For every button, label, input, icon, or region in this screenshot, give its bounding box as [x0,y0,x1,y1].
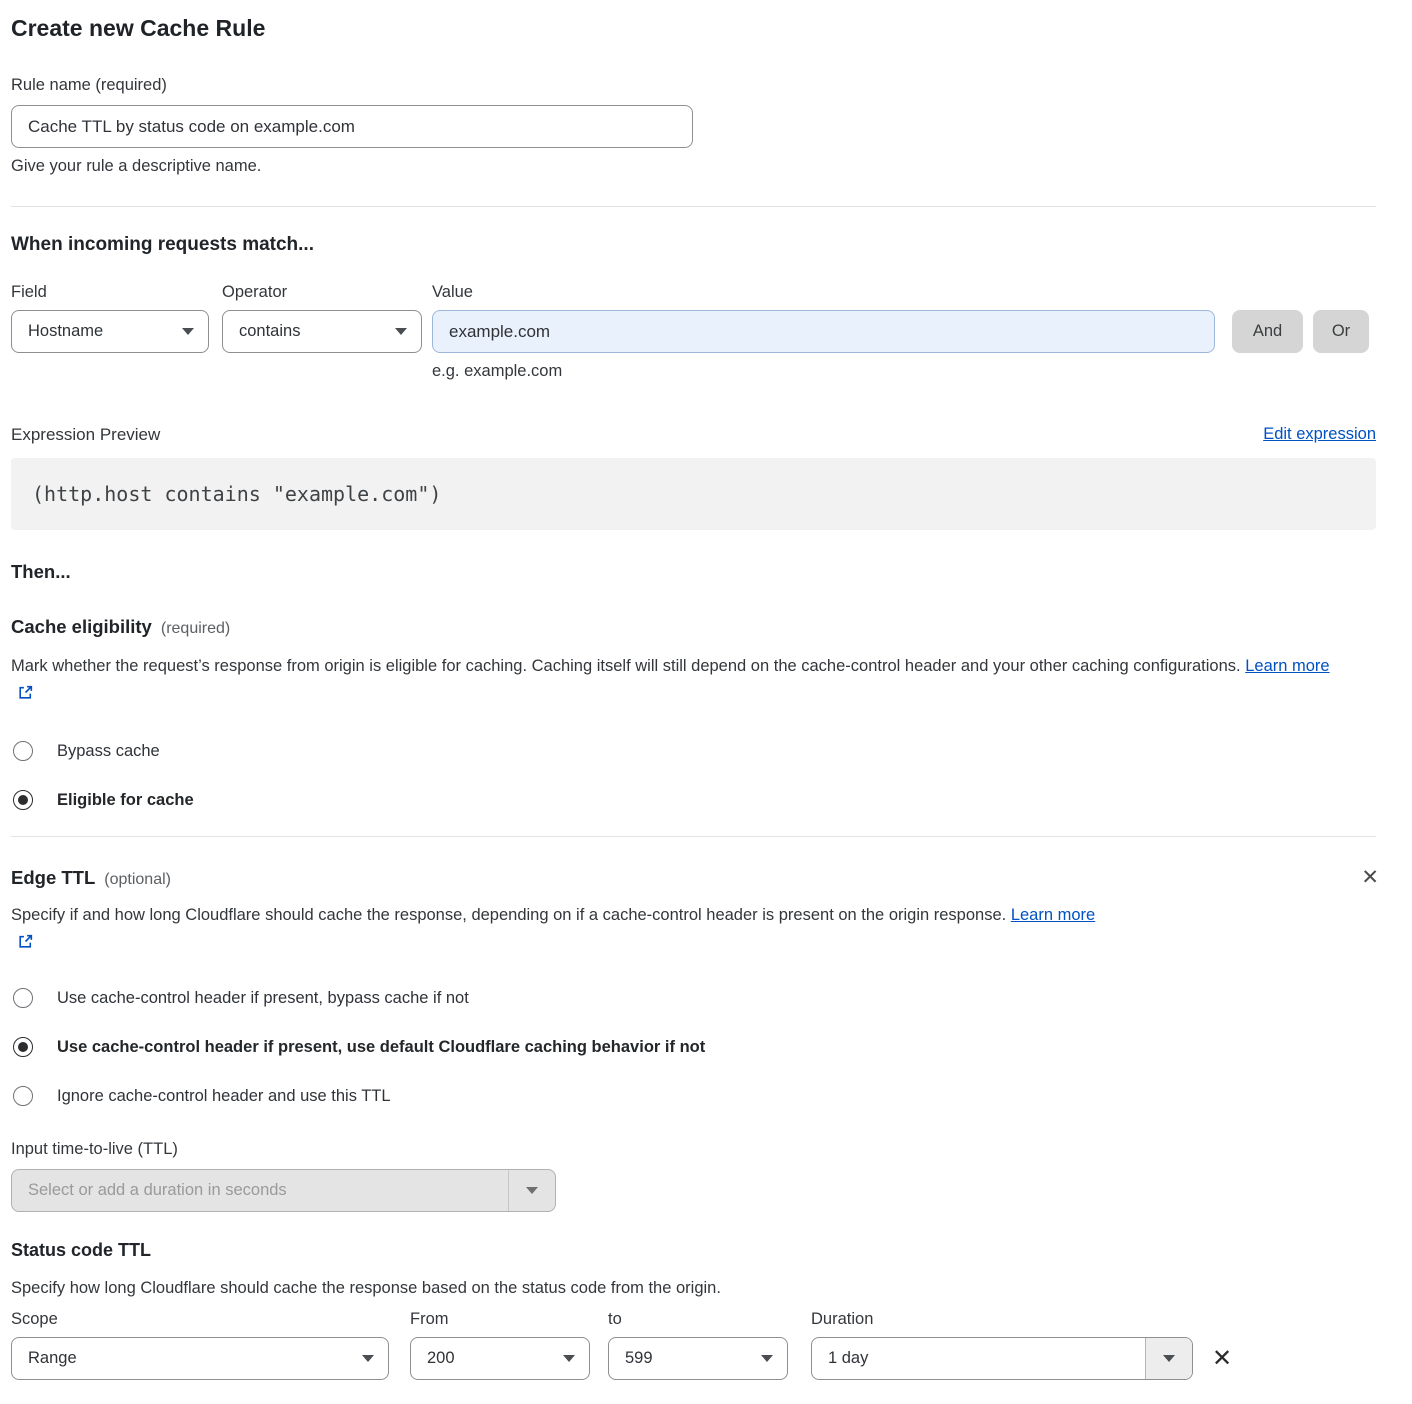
cache-eligibility-heading: Cache eligibility (required) [11,616,1376,638]
match-heading: When incoming requests match... [11,234,1376,256]
ttl-duration-placeholder: Select or add a duration in seconds [12,1170,508,1211]
edge-ttl-option-ignore[interactable]: Ignore cache-control header and use this… [13,1086,1376,1106]
then-heading: Then... [11,561,1376,583]
from-select[interactable]: 200 [410,1337,590,1380]
value-input[interactable] [432,310,1215,353]
duration-dropdown-button[interactable] [1145,1338,1192,1379]
status-code-ttl-description: Specify how long Cloudflare should cache… [11,1274,1376,1302]
cache-eligibility-description-text: Mark whether the request’s response from… [11,657,1241,675]
radio-label: Bypass cache [57,742,160,761]
field-select-value: Hostname [28,322,103,341]
radio-button[interactable] [13,988,33,1008]
or-button[interactable]: Or [1313,310,1369,353]
scope-select-value: Range [28,1349,77,1368]
ttl-input-label: Input time-to-live (TTL) [11,1139,1376,1159]
caret-down-icon [563,1355,575,1362]
cache-eligibility-learn-more-link[interactable]: Learn more [1245,657,1329,675]
edge-ttl-option-default[interactable]: Use cache-control header if present, use… [13,1037,1376,1057]
expression-preview-label: Expression Preview [11,425,160,445]
radio-button[interactable] [13,1086,33,1106]
edge-ttl-qualifier: (optional) [104,871,171,888]
edge-ttl-learn-more-link[interactable]: Learn more [1011,906,1095,924]
rule-name-label: Rule name (required) [11,75,1376,95]
to-select[interactable]: 599 [608,1337,788,1380]
external-link-icon [17,682,34,710]
cache-eligibility-description: Mark whether the request’s response from… [11,652,1351,710]
scope-select[interactable]: Range [11,1337,389,1380]
field-label: Field [11,282,222,302]
from-label: From [410,1309,608,1329]
edge-ttl-description-text: Specify if and how long Cloudflare shoul… [11,906,1006,924]
rule-name-helper: Give your rule a descriptive name. [11,157,1376,176]
radio-label: Ignore cache-control header and use this… [57,1087,391,1106]
scope-label: Scope [11,1309,410,1329]
edit-expression-link[interactable]: Edit expression [1263,425,1376,444]
operator-select-value: contains [239,322,300,341]
duration-value: 1 day [812,1338,1145,1379]
value-hint: e.g. example.com [432,362,1376,381]
radio-button[interactable] [13,790,33,810]
close-icon[interactable]: ✕ [1361,867,1379,888]
radio-button[interactable] [13,741,33,761]
radio-label: Eligible for cache [57,791,194,810]
edge-ttl-option-bypass[interactable]: Use cache-control header if present, byp… [13,988,1376,1008]
value-label: Value [432,282,473,302]
from-select-value: 200 [427,1349,455,1368]
ttl-duration-select[interactable]: Select or add a duration in seconds [11,1169,556,1212]
operator-label: Operator [222,282,432,302]
expression-code-block: (http.host contains "example.com") [11,458,1376,530]
delete-row-icon[interactable]: ✕ [1212,1347,1232,1371]
caret-down-icon [395,328,407,335]
caret-down-icon [362,1355,374,1362]
duration-label: Duration [811,1309,873,1329]
cache-eligibility-qualifier: (required) [161,620,230,637]
section-divider [11,206,1376,207]
expression-code: (http.host contains "example.com") [32,482,441,506]
operator-select[interactable]: contains [222,310,422,353]
eligible-for-cache-option[interactable]: Eligible for cache [13,790,1376,810]
to-select-value: 599 [625,1349,653,1368]
create-cache-rule-form: Create new Cache Rule Rule name (require… [0,0,1412,1404]
caret-down-icon [1163,1355,1175,1362]
field-select[interactable]: Hostname [11,310,209,353]
radio-button[interactable] [13,1037,33,1057]
duration-combobox[interactable]: 1 day [811,1337,1193,1380]
radio-label: Use cache-control header if present, use… [57,1038,705,1057]
ttl-duration-dropdown-button[interactable] [508,1170,555,1211]
external-link-icon [17,931,34,959]
edge-ttl-heading: Edge TTL (optional) [11,867,171,889]
bypass-cache-option[interactable]: Bypass cache [13,741,1376,761]
status-code-ttl-heading: Status code TTL [11,1240,1376,1261]
caret-down-icon [526,1187,538,1194]
rule-name-input[interactable] [11,105,693,148]
cache-eligibility-title: Cache eligibility [11,616,152,637]
caret-down-icon [761,1355,773,1362]
caret-down-icon [182,328,194,335]
to-label: to [608,1309,811,1329]
section-divider [11,836,1376,837]
edge-ttl-description: Specify if and how long Cloudflare shoul… [11,901,1111,959]
radio-label: Use cache-control header if present, byp… [57,989,469,1008]
page-title: Create new Cache Rule [11,14,1376,42]
edge-ttl-title: Edge TTL [11,867,95,888]
and-button[interactable]: And [1232,310,1303,353]
